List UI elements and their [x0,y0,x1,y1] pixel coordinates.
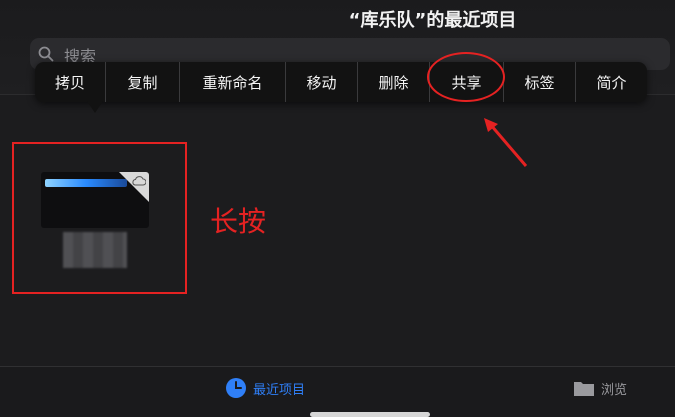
tab-bar: 最近项目 浏览 [0,366,675,417]
menu-item-tags[interactable]: 标签 [503,62,575,102]
folder-icon [574,382,594,396]
tab-recents-label: 最近项目 [253,382,306,398]
menu-item-move[interactable]: 移动 [285,62,357,102]
pointer-arrow-icon [484,118,528,167]
search-icon [38,46,54,62]
long-press-highlight-box [12,142,187,294]
context-menu: 拷贝 复制 重新命名 移动 删除 共享 标签 简介 [35,62,647,102]
tab-browse-label: 浏览 [601,382,628,398]
menu-pointer-arrow [87,101,103,113]
page-title: “库乐队”的最近项目 [348,10,517,31]
long-press-label: 长按 [210,205,267,238]
home-indicator [310,412,430,417]
menu-item-duplicate[interactable]: 复制 [105,62,179,102]
menu-item-delete[interactable]: 删除 [357,62,429,102]
tab-recents[interactable]: 最近项目 [225,377,305,399]
menu-item-rename[interactable]: 重新命名 [179,62,285,102]
menu-item-copy[interactable]: 拷贝 [35,62,105,102]
tab-browse[interactable]: 浏览 [573,377,627,399]
share-highlight-circle [427,52,505,102]
clock-icon [226,378,246,398]
menu-item-info[interactable]: 简介 [575,62,647,102]
files-app-screen: “库乐队”的最近项目 搜索 拷贝 复制 重新命名 移动 删除 共享 标签 简介 … [0,0,675,417]
